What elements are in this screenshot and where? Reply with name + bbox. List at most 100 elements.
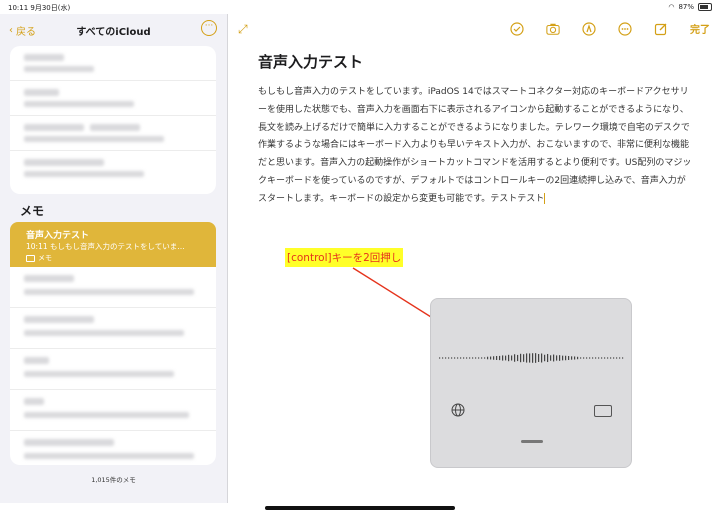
- wifi-icon: ◠: [668, 3, 675, 11]
- waveform-bar: [538, 354, 540, 362]
- waveform-bar: [439, 357, 441, 359]
- waveform-bar: [613, 357, 615, 359]
- expand-icon[interactable]: ⤢: [238, 22, 248, 37]
- globe-icon[interactable]: [451, 403, 465, 417]
- waveform-bar: [469, 357, 471, 359]
- waveform-bar: [583, 357, 585, 359]
- annotation-label: [control]キーを2回押し: [285, 248, 404, 267]
- waveform-bar: [481, 357, 483, 359]
- waveform-bar: [460, 357, 462, 359]
- more-options-icon[interactable]: ···: [201, 20, 217, 36]
- waveform-bar: [505, 355, 507, 361]
- waveform-bar: [616, 357, 618, 359]
- list-item[interactable]: [10, 267, 216, 308]
- waveform-bar: [529, 353, 531, 363]
- waveform-bar: [568, 356, 570, 360]
- done-button[interactable]: 完了: [690, 21, 710, 36]
- waveform-bar: [541, 353, 543, 363]
- list-item[interactable]: [10, 390, 216, 431]
- note-title: 音声入力テスト: [258, 53, 364, 71]
- sidebar-nav-bar: ‹ 戻る すべてのiCloud ···: [0, 14, 227, 46]
- note-body[interactable]: もしもし音声入力のテストをしています。iPadOS 14ではスマートコネクター対…: [258, 84, 692, 209]
- waveform-bar: [454, 357, 456, 359]
- note-item-text: もしもし音声入力のテストをしていま…: [50, 242, 185, 251]
- note-item-folder-label: メモ: [38, 254, 52, 262]
- waveform-bar: [586, 357, 588, 359]
- notes-sidebar: ‹ 戻る すべてのiCloud ··· メモ 音声入力テスト 10:11 もしも…: [0, 14, 228, 503]
- waveform-bar: [592, 357, 594, 359]
- waveform-bar: [544, 354, 546, 362]
- blurred-notes-card: [10, 46, 216, 194]
- waveform-bar: [553, 354, 555, 362]
- note-item-title: 音声入力テスト: [26, 231, 90, 241]
- waveform-bar: [463, 357, 465, 359]
- waveform-bar: [550, 355, 552, 361]
- list-item[interactable]: [10, 151, 216, 185]
- section-label-notes: メモ: [20, 204, 45, 218]
- waveform-bar: [565, 355, 567, 361]
- waveform-bar: [493, 356, 495, 360]
- battery-percent: 87%: [678, 3, 694, 11]
- waveform-bar: [547, 353, 549, 363]
- editor-toolbar: 完了: [510, 21, 710, 36]
- status-time: 10:11 9月30日(水): [8, 4, 71, 12]
- waveform-bar: [478, 357, 480, 359]
- note-editor: ⤢ 完了 音声入力テスト もしもし音声入力のテストをしています。iPadOS 1…: [228, 14, 720, 510]
- waveform-bar: [520, 353, 522, 363]
- blurred-notes-list: [10, 267, 216, 465]
- waveform-bar: [448, 357, 450, 359]
- waveform-bar: [496, 355, 498, 361]
- list-item[interactable]: [10, 46, 216, 81]
- sidebar-title: すべてのiCloud: [76, 27, 151, 38]
- waveform-bar: [577, 356, 579, 360]
- waveform-bar: [487, 356, 489, 360]
- waveform-bar: [517, 354, 519, 362]
- waveform-bar: [601, 357, 603, 359]
- waveform-bar: [607, 357, 609, 359]
- waveform-bar: [502, 355, 504, 361]
- waveform-bar: [451, 357, 453, 359]
- waveform-bar: [499, 355, 501, 361]
- list-item[interactable]: [10, 431, 216, 465]
- waveform-bar: [595, 357, 597, 359]
- battery-icon: [698, 3, 712, 11]
- more-icon[interactable]: [618, 21, 632, 36]
- markup-pen-icon[interactable]: [582, 21, 596, 36]
- checklist-icon[interactable]: [510, 21, 524, 36]
- compose-icon[interactable]: [654, 22, 668, 36]
- keyboard-icon[interactable]: [594, 405, 612, 417]
- waveform-bar: [622, 357, 624, 359]
- waveform-bar: [556, 355, 558, 361]
- home-indicator: [265, 506, 455, 510]
- waveform-bar: [598, 357, 600, 359]
- waveform-bar: [526, 353, 528, 363]
- waveform-bar: [535, 353, 537, 363]
- selected-note-item[interactable]: 音声入力テスト 10:11 もしもし音声入力のテストをしていま… メモ: [10, 222, 216, 267]
- status-bar: 10:11 9月30日(水) ◠ 87%: [0, 0, 720, 14]
- list-item[interactable]: [10, 349, 216, 390]
- notes-count: 1,015件のメモ: [91, 476, 136, 484]
- list-item[interactable]: [10, 116, 216, 151]
- list-item[interactable]: [10, 308, 216, 349]
- folder-icon: [26, 254, 35, 262]
- waveform-bar: [484, 357, 486, 359]
- waveform-bar: [475, 357, 477, 359]
- waveform-bar: [466, 357, 468, 359]
- list-item[interactable]: [10, 81, 216, 116]
- waveform-bar: [604, 357, 606, 359]
- camera-icon[interactable]: [546, 22, 560, 36]
- waveform-bar: [457, 357, 459, 359]
- waveform-bar: [532, 353, 534, 363]
- dictation-panel: [430, 298, 632, 468]
- waveform-bar: [445, 357, 447, 359]
- waveform-bar: [523, 354, 525, 362]
- waveform-bar: [514, 354, 516, 362]
- dictation-waveform: [439, 353, 624, 363]
- waveform-bar: [442, 357, 444, 359]
- note-item-time: 10:11: [26, 242, 48, 251]
- waveform-bar: [490, 356, 492, 360]
- waveform-bar: [559, 355, 561, 361]
- waveform-bar: [589, 357, 591, 359]
- panel-grabber[interactable]: [521, 440, 543, 443]
- waveform-bar: [619, 357, 621, 359]
